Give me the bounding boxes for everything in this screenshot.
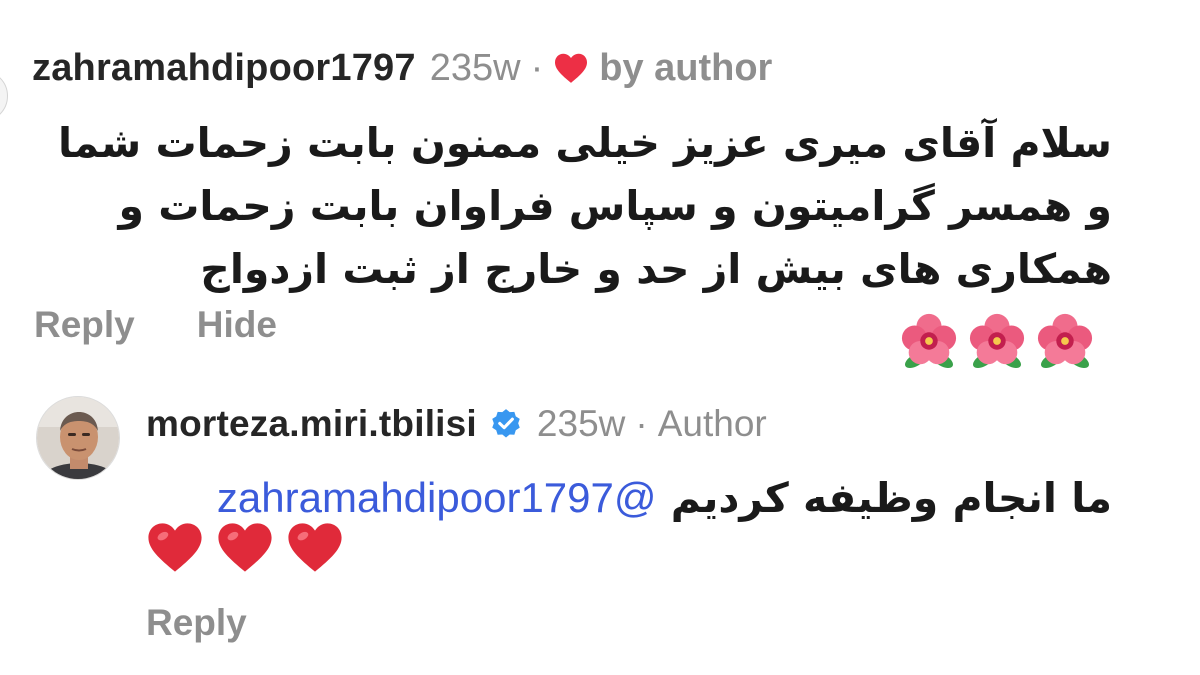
- hibiscus-flower-icon: [1037, 313, 1093, 369]
- comment-text: سلام آقای میری عزیز خیلی ممنون بابت زحما…: [57, 119, 1112, 293]
- red-heart-icon: [288, 523, 342, 572]
- comment-thread: zahramahdipoor1797 235w · by author سلام…: [0, 0, 1200, 675]
- reply-actions: Reply: [146, 602, 247, 644]
- commenter-username[interactable]: zahramahdipoor1797: [32, 47, 416, 90]
- reply-text: ما انجام وظیفه کردیم: [670, 474, 1112, 522]
- author-avatar[interactable]: [36, 396, 120, 480]
- reply-button[interactable]: Reply: [34, 304, 135, 346]
- liked-heart-icon: [555, 53, 588, 83]
- mention-link[interactable]: @zahramahdipoor1797: [217, 474, 657, 521]
- red-heart-icon: [218, 523, 272, 572]
- comment-actions: Reply Hide: [34, 304, 277, 346]
- comment-timestamp: 235w: [429, 46, 521, 89]
- hide-button[interactable]: Hide: [197, 304, 277, 346]
- separator-dot: ·: [635, 403, 648, 444]
- flower-emoji-group: [892, 307, 1096, 370]
- hibiscus-flower-icon: [901, 313, 957, 369]
- comment-header: zahramahdipoor1797 235w · by author: [32, 46, 772, 90]
- separator-dot: ·: [530, 46, 544, 89]
- profile-photo-icon: [37, 397, 119, 479]
- author-role-label: Author: [657, 403, 767, 444]
- red-heart-icon: [148, 523, 202, 572]
- reply-header: morteza.miri.tbilisi 235w · Author: [146, 402, 767, 446]
- heart-emoji-group: [146, 520, 356, 574]
- reply-button[interactable]: Reply: [146, 602, 247, 643]
- verified-badge-icon: [492, 409, 520, 438]
- hibiscus-flower-icon: [969, 313, 1025, 369]
- reply-timestamp: 235w: [536, 403, 626, 444]
- liked-by-author-label: by author: [599, 46, 773, 89]
- commenter-avatar[interactable]: [0, 70, 8, 122]
- author-username[interactable]: morteza.miri.tbilisi: [146, 403, 477, 445]
